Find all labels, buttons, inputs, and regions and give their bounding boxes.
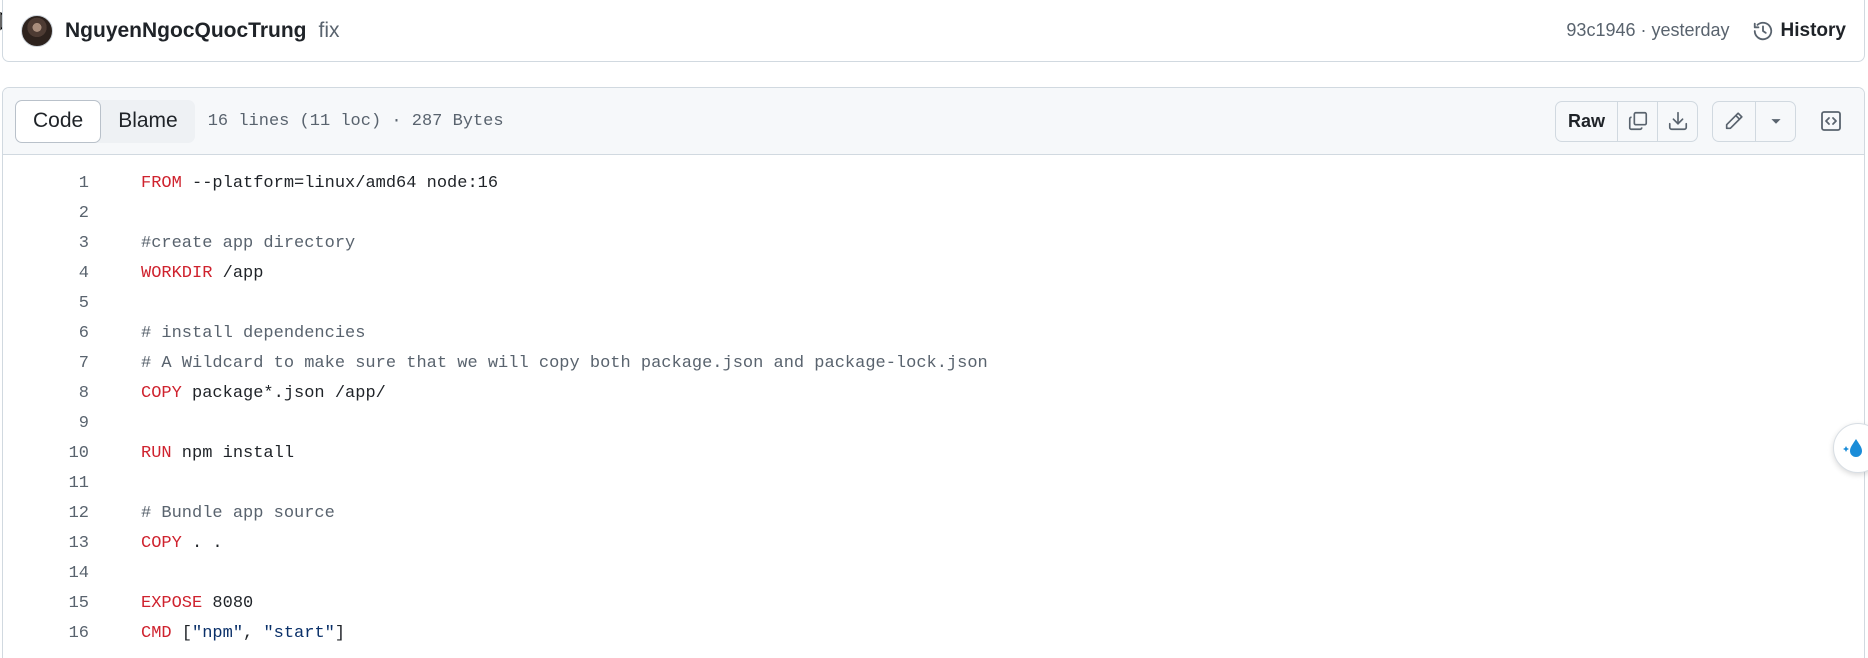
line-content: # A Wildcard to make sure that we will c… — [141, 354, 988, 373]
line-number[interactable]: 4 — [3, 264, 89, 283]
copy-icon — [1628, 111, 1647, 131]
code-comment: # A Wildcard to make sure that we will c… — [141, 353, 988, 373]
code-text: [ — [171, 623, 193, 643]
history-label: History — [1780, 19, 1846, 41]
line-content: COPY . . — [141, 534, 223, 553]
line-content: #create app directory — [141, 234, 355, 253]
raw-button[interactable]: Raw — [1556, 102, 1617, 141]
code-keyword: RUN — [141, 443, 172, 463]
code-view: 1 FROM --platform=linux/amd64 node:16 2 3 #c… — [3, 155, 1864, 648]
view-mode-toggle: Code Blame — [15, 99, 195, 143]
line-content: COPY package*.json /app/ — [141, 384, 386, 403]
code-keyword: COPY — [141, 383, 182, 403]
code-line: 14 — [3, 558, 1864, 588]
file-viewer: Code Blame 16 lines (11 loc) · 287 Bytes… — [2, 87, 1865, 658]
code-line: 16 CMD ["npm", "start"] — [3, 618, 1864, 648]
line-number[interactable]: 5 — [3, 294, 89, 313]
code-text: npm install — [171, 443, 295, 463]
code-keyword: CMD — [141, 623, 172, 643]
line-content: RUN npm install — [141, 444, 294, 463]
code-comment: # install dependencies — [141, 323, 366, 343]
line-number[interactable]: 3 — [3, 234, 89, 253]
code-line: 5 — [3, 288, 1864, 318]
commit-hash-and-time[interactable]: 93c1946 · yesterday — [1566, 20, 1729, 41]
tab-blame[interactable]: Blame — [101, 100, 195, 143]
code-text: --platform=linux/amd64 node:16 — [181, 173, 499, 193]
line-number[interactable]: 7 — [3, 354, 89, 373]
file-header: Code Blame 16 lines (11 loc) · 287 Bytes… — [3, 88, 1864, 155]
code-line: 6 # install dependencies — [3, 318, 1864, 348]
code-line: 7 # A Wildcard to make sure that we will … — [3, 348, 1864, 378]
latest-commit-bar: NguyenNgocQuocTrung fix 93c1946 · yester… — [2, 0, 1865, 62]
tab-code[interactable]: Code — [15, 99, 102, 143]
file-actions-group: Raw — [1554, 100, 1698, 142]
more-edit-options-button[interactable] — [1755, 101, 1795, 141]
file-info: 16 lines (11 loc) · 287 Bytes — [207, 111, 504, 131]
line-content: FROM --platform=linux/amd64 node:16 — [141, 174, 498, 193]
code-keyword: WORKDIR — [141, 263, 213, 283]
line-number[interactable]: 10 — [3, 444, 89, 463]
code-line: 8 COPY package*.json /app/ — [3, 378, 1864, 408]
line-number[interactable]: 1 — [3, 174, 89, 193]
line-content: WORKDIR /app — [141, 264, 263, 283]
history-icon — [1753, 21, 1772, 40]
line-content: # Bundle app source — [141, 504, 335, 523]
code-text: 8080 — [202, 593, 254, 613]
line-number[interactable]: 11 — [3, 474, 89, 493]
history-button[interactable]: History — [1752, 20, 1846, 42]
code-line: 3 #create app directory — [3, 228, 1864, 258]
copy-raw-button[interactable] — [1617, 101, 1657, 141]
code-line: 9 — [3, 408, 1864, 438]
symbols-panel-button[interactable] — [1810, 101, 1852, 142]
code-comment: #create app directory — [141, 233, 356, 253]
download-icon — [1668, 111, 1687, 131]
line-content: CMD ["npm", "start"] — [141, 624, 345, 643]
line-number[interactable]: 16 — [3, 624, 89, 643]
download-raw-button[interactable] — [1657, 101, 1697, 141]
commit-author-link[interactable]: NguyenNgocQuocTrung — [65, 19, 307, 43]
code-line: 15 EXPOSE 8080 — [3, 588, 1864, 618]
code-text: . . — [181, 533, 223, 553]
code-string: "npm" — [192, 623, 244, 643]
code-keyword: COPY — [141, 533, 182, 553]
line-number[interactable]: 15 — [3, 594, 89, 613]
code-line: 12 # Bundle app source — [3, 498, 1864, 528]
triangle-down-icon — [1770, 119, 1781, 124]
author-avatar[interactable] — [21, 14, 53, 47]
line-number[interactable]: 6 — [3, 324, 89, 343]
line-number[interactable]: 2 — [3, 204, 89, 223]
line-content: # install dependencies — [141, 324, 365, 343]
line-content: EXPOSE 8080 — [141, 594, 253, 613]
pencil-icon — [1725, 112, 1743, 130]
line-number[interactable]: 13 — [3, 534, 89, 553]
code-string: "start" — [263, 623, 335, 643]
code-keyword: FROM — [141, 173, 182, 193]
code-square-icon — [1821, 111, 1841, 131]
code-line: 10 RUN npm install — [3, 438, 1864, 468]
code-line: 2 — [3, 198, 1864, 228]
water-drop-icon — [1843, 439, 1862, 457]
code-line: 13 COPY . . — [3, 528, 1864, 558]
edit-file-button[interactable] — [1713, 102, 1755, 141]
code-text: ] — [334, 623, 346, 643]
code-text: , — [243, 623, 264, 643]
line-number[interactable]: 14 — [3, 564, 89, 583]
line-number[interactable]: 12 — [3, 504, 89, 523]
code-keyword: EXPOSE — [141, 593, 203, 613]
code-text: package*.json /app/ — [181, 383, 386, 403]
code-comment: # Bundle app source — [141, 503, 335, 523]
line-number[interactable]: 9 — [3, 414, 89, 433]
line-number[interactable]: 8 — [3, 384, 89, 403]
commit-message-link[interactable]: fix — [319, 19, 340, 43]
code-text: /app — [212, 263, 264, 283]
code-line: 11 — [3, 468, 1864, 498]
edit-actions-group — [1712, 100, 1796, 142]
code-line: 4 WORKDIR /app — [3, 258, 1864, 288]
code-line: 1 FROM --platform=linux/amd64 node:16 — [3, 168, 1864, 198]
